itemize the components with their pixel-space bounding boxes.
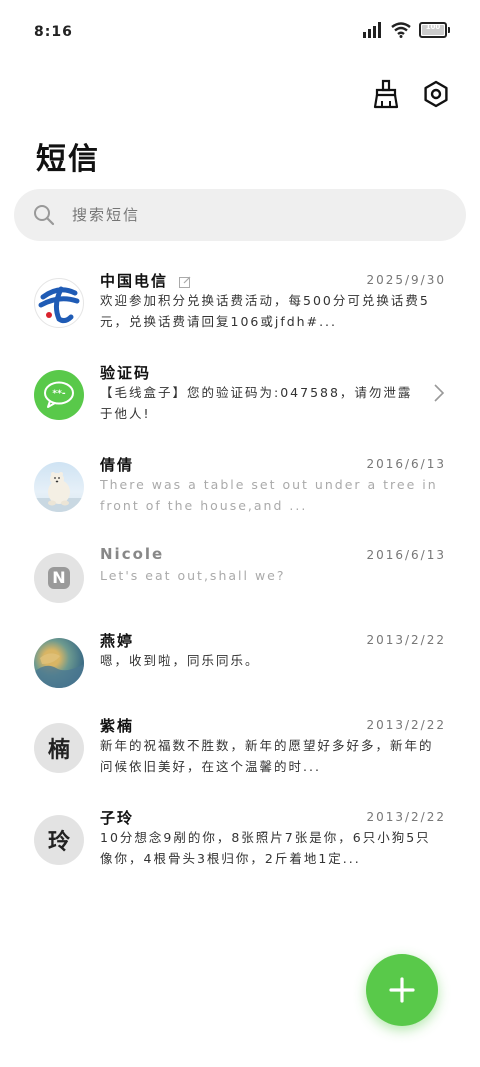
thread-preview: Let's eat out,shall we? (100, 568, 286, 583)
message-thread[interactable]: N Nicole 2016/6/13 Let's eat out,shall w… (0, 545, 480, 625)
clean-button[interactable] (370, 78, 402, 110)
wifi-icon (391, 22, 411, 38)
thread-date: 2013/2/22 (366, 633, 446, 647)
thread-preview: 嗯，收到啦，同乐同乐。 (100, 653, 260, 668)
avatar (34, 278, 84, 328)
china-telecom-logo (38, 286, 80, 324)
avatar (34, 462, 84, 512)
thread-preview: 欢迎参加积分兑换话费活动，每500分可兑换话费5元，兑换话费请回复106或jfd… (100, 293, 430, 329)
avatar: **- (34, 370, 84, 420)
new-message-button[interactable] (366, 954, 438, 1026)
avatar-letter: 楠 (47, 738, 70, 763)
status-bar: 8:16 100 (0, 0, 480, 60)
thread-date: 2013/2/22 (366, 718, 446, 732)
polar-bear-photo (34, 472, 84, 512)
thread-name: 中国电信 (100, 270, 191, 291)
thread-name: 子玲 (100, 809, 135, 827)
avatar-letter: 玲 (47, 830, 70, 855)
message-thread[interactable]: **- 验证码 【毛线盒子】您的验证码为:047588，请勿泄露于他人! (0, 362, 480, 442)
edit-icon (179, 276, 191, 288)
status-time: 8:16 (34, 24, 73, 40)
thread-name: Nicole (100, 545, 165, 563)
settings-icon (424, 80, 448, 108)
battery-level: 100 (425, 23, 441, 31)
landscape-photo (34, 653, 84, 688)
chat-bubble-icon: **- (44, 381, 74, 408)
cellular-icon (363, 22, 381, 38)
message-thread[interactable]: 楠 紫楠 2013/2/22 新年的祝福数不胜数，新年的愿望好多好多，新年的问候… (0, 715, 480, 795)
thread-name-text: 中国电信 (100, 272, 169, 290)
settings-button[interactable] (420, 78, 452, 110)
svg-text:**-: **- (52, 389, 65, 399)
chevron-right-icon (434, 384, 445, 402)
message-thread[interactable]: 玲 子玲 2013/2/22 10分想念9剐的你，8张照片7张是你，6只小狗5只… (0, 807, 480, 887)
thread-name: 倩倩 (100, 456, 135, 474)
thread-name: 燕婷 (100, 632, 135, 650)
avatar: N (34, 553, 84, 603)
plus-icon (389, 977, 415, 1003)
status-icons: 100 (363, 22, 450, 38)
thread-preview: 10分想念9剐的你，8张照片7张是你，6只小狗5只像你，4根骨头3根归你，2斤着… (100, 830, 431, 866)
thread-date: 2013/2/22 (366, 810, 446, 824)
thread-name: 紫楠 (100, 717, 135, 735)
broom-icon (373, 79, 399, 109)
message-thread[interactable]: 中国电信 2025/9/30 欢迎参加积分兑换话费活动，每500分可兑换话费5元… (0, 270, 480, 350)
avatar-letter: N (48, 567, 70, 589)
thread-date: 2025/9/30 (366, 273, 446, 287)
message-thread[interactable]: 燕婷 2013/2/22 嗯，收到啦，同乐同乐。 (0, 630, 480, 710)
avatar (34, 638, 84, 688)
search-input[interactable] (70, 205, 434, 225)
thread-preview: 新年的祝福数不胜数，新年的愿望好多好多，新年的问候依旧美好，在这个温馨的时... (100, 738, 434, 774)
thread-date: 2016/6/13 (366, 548, 446, 562)
thread-name: 验证码 (100, 364, 152, 382)
toolbar (370, 78, 452, 110)
avatar: 玲 (34, 815, 84, 865)
page-title: 短信 (36, 142, 100, 177)
thread-preview: 【毛线盒子】您的验证码为:047588，请勿泄露于他人! (100, 385, 413, 421)
avatar: 楠 (34, 723, 84, 773)
message-thread[interactable]: 倩倩 2016/6/13 There was a table set out u… (0, 454, 480, 534)
battery-icon: 100 (419, 22, 450, 38)
search-icon (34, 205, 55, 226)
thread-preview: There was a table set out under a tree i… (100, 477, 438, 513)
search-bar[interactable] (14, 189, 466, 241)
thread-date: 2016/6/13 (366, 457, 446, 471)
